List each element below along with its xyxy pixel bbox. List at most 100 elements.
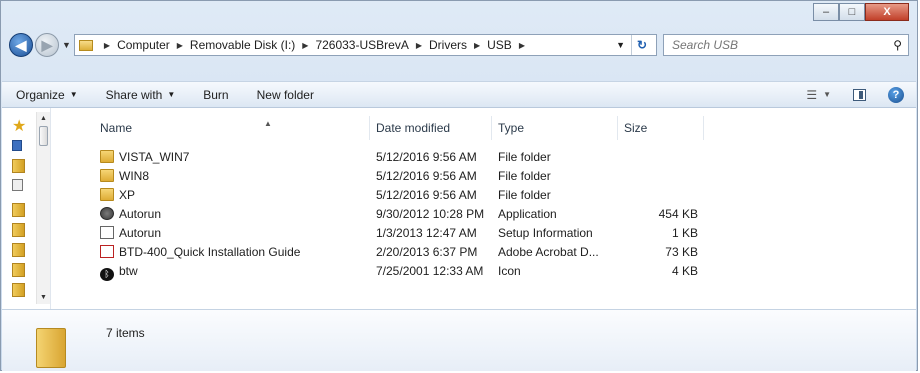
breadcrumb-removable-disk[interactable]: Removable Disk (I:)	[190, 38, 295, 52]
breadcrumb-drivers[interactable]: Drivers	[429, 38, 467, 52]
file-type: Setup Information	[498, 226, 593, 240]
file-size: 73 KB	[665, 245, 698, 259]
chevron-down-icon: ▼	[167, 90, 176, 99]
folder-icon[interactable]	[12, 263, 25, 277]
favorites-star-icon[interactable]: ★	[12, 116, 26, 136]
file-type: File folder	[498, 188, 551, 202]
file-row[interactable]: VISTA_WIN7 5/12/2016 9:56 AM File folder	[54, 148, 916, 167]
back-button[interactable]: ◀	[9, 33, 33, 57]
share-with-button[interactable]: Share with ▼	[92, 88, 190, 102]
navigation-bar: ◀ ▶ ▼ ▶ Computer ▶ Removable Disk (I:) ▶…	[9, 31, 909, 59]
file-row[interactable]: ᛒ btw 7/25/2001 12:33 AM Icon 4 KB	[54, 262, 916, 281]
search-input[interactable]	[672, 38, 872, 52]
setup-information-icon	[100, 226, 114, 239]
organize-button[interactable]: Organize ▼	[2, 88, 92, 102]
search-icon[interactable]: ⚲	[893, 38, 902, 52]
maximize-button[interactable]: □	[839, 3, 865, 21]
navigation-scrollbar[interactable]: ▲ ▼	[36, 112, 50, 304]
file-row[interactable]: Autorun 9/30/2012 10:28 PM Application 4…	[54, 205, 916, 224]
file-name: btw	[119, 264, 138, 278]
file-date: 5/12/2016 9:56 AM	[376, 150, 477, 164]
file-date: 5/12/2016 9:56 AM	[376, 169, 477, 183]
breadcrumb-726033-usbreva[interactable]: 726033-USBrevA	[315, 38, 408, 52]
breadcrumb-usb[interactable]: USB	[487, 38, 512, 52]
minimize-button[interactable]: –	[813, 3, 839, 21]
file-row[interactable]: WIN8 5/12/2016 9:56 AM File folder	[54, 167, 916, 186]
new-folder-button[interactable]: New folder	[243, 88, 328, 102]
folder-icon[interactable]	[12, 159, 25, 173]
window-controls: – □ X	[813, 3, 909, 21]
breadcrumb-separator-icon[interactable]: ▶	[474, 41, 480, 50]
folder-icon[interactable]	[12, 243, 25, 257]
desktop-icon[interactable]	[12, 140, 22, 151]
folder-icon	[100, 150, 114, 163]
breadcrumb-separator-icon: ▶	[103, 40, 111, 50]
folder-icon	[78, 39, 93, 51]
recent-pages-dropdown[interactable]: ▼	[62, 40, 71, 50]
column-header-name[interactable]: Name ▲	[94, 116, 370, 140]
column-header-type[interactable]: Type	[492, 116, 618, 140]
file-name: Autorun	[119, 226, 162, 240]
refresh-button[interactable]: ↻	[631, 35, 652, 55]
file-row[interactable]: Autorun 1/3/2013 12:47 AM Setup Informat…	[54, 224, 916, 243]
details-view-icon: ☰	[806, 87, 818, 102]
burn-button[interactable]: Burn	[189, 88, 242, 102]
help-icon[interactable]: ?	[888, 86, 904, 103]
file-type: File folder	[498, 150, 551, 164]
forward-button[interactable]: ▶	[35, 33, 59, 57]
folder-icon[interactable]	[12, 223, 25, 237]
file-row[interactable]: XP 5/12/2016 9:56 AM File folder	[54, 186, 916, 205]
navigation-pane: ★ ▲ ▼	[2, 108, 51, 309]
content-area: ★ ▲ ▼ Name ▲ Date modified Type Size VIS…	[2, 108, 916, 309]
folder-icon	[36, 328, 66, 368]
breadcrumb-separator-icon[interactable]: ▶	[416, 41, 422, 50]
breadcrumb-separator-icon[interactable]: ▶	[177, 41, 183, 50]
close-button[interactable]: X	[865, 3, 909, 21]
bluetooth-icon: ᛒ	[100, 268, 114, 281]
file-row[interactable]: BTD-400_Quick Installation Guide 2/20/20…	[54, 243, 916, 262]
file-size: 454 KB	[658, 207, 698, 221]
file-list: Name ▲ Date modified Type Size VISTA_WIN…	[54, 108, 916, 309]
file-name: WIN8	[119, 169, 149, 183]
file-date: 9/30/2012 10:28 PM	[376, 207, 485, 221]
folder-icon	[100, 188, 114, 201]
change-view-button[interactable]: ☰ ▼	[806, 88, 831, 102]
back-arrow-icon: ◀	[15, 36, 27, 53]
scroll-thumb[interactable]	[39, 126, 48, 146]
file-date: 1/3/2013 12:47 AM	[376, 226, 477, 240]
pdf-icon	[100, 245, 114, 258]
network-icon[interactable]	[12, 179, 23, 191]
file-date: 5/12/2016 9:56 AM	[376, 188, 477, 202]
folder-icon	[100, 169, 114, 182]
sort-ascending-icon: ▲	[264, 119, 272, 128]
breadcrumb-separator-icon[interactable]: ▶	[302, 41, 308, 50]
scroll-up-icon[interactable]: ▲	[37, 112, 50, 125]
column-header-size[interactable]: Size	[618, 116, 704, 140]
column-header-row: Name ▲ Date modified Type Size	[54, 116, 916, 140]
command-bar: Organize ▼ Share with ▼ Burn New folder ☰ ▼…	[2, 81, 916, 108]
file-type: Application	[498, 207, 557, 221]
search-box: ⚲	[663, 34, 909, 56]
chevron-down-icon: ▼	[823, 90, 831, 99]
file-name: BTD-400_Quick Installation Guide	[119, 245, 301, 259]
address-history-dropdown[interactable]: ▼	[616, 40, 625, 50]
file-size: 4 KB	[671, 264, 698, 278]
folder-icon[interactable]	[12, 283, 25, 297]
breadcrumb-computer[interactable]: Computer	[117, 38, 170, 52]
folder-icon[interactable]	[12, 203, 25, 217]
file-date: 2/20/2013 6:37 PM	[376, 245, 478, 259]
scroll-down-icon[interactable]: ▼	[37, 291, 50, 304]
item-count: 7 items	[106, 326, 145, 340]
file-name: VISTA_WIN7	[119, 150, 190, 164]
breadcrumb-separator-icon[interactable]: ▶	[519, 41, 525, 50]
preview-pane-icon[interactable]	[853, 88, 866, 101]
details-pane: 7 items	[2, 309, 916, 371]
application-icon	[100, 207, 114, 220]
column-header-date[interactable]: Date modified	[370, 116, 492, 140]
refresh-icon: ↻	[636, 38, 648, 52]
file-type: File folder	[498, 169, 551, 183]
file-type: Adobe Acrobat D...	[498, 245, 599, 259]
explorer-window: – □ X ◀ ▶ ▼ ▶ Computer ▶ Removable Disk …	[0, 0, 918, 371]
address-bar[interactable]: ▶ Computer ▶ Removable Disk (I:) ▶ 72603…	[73, 34, 657, 56]
file-date: 7/25/2001 12:33 AM	[376, 264, 484, 278]
